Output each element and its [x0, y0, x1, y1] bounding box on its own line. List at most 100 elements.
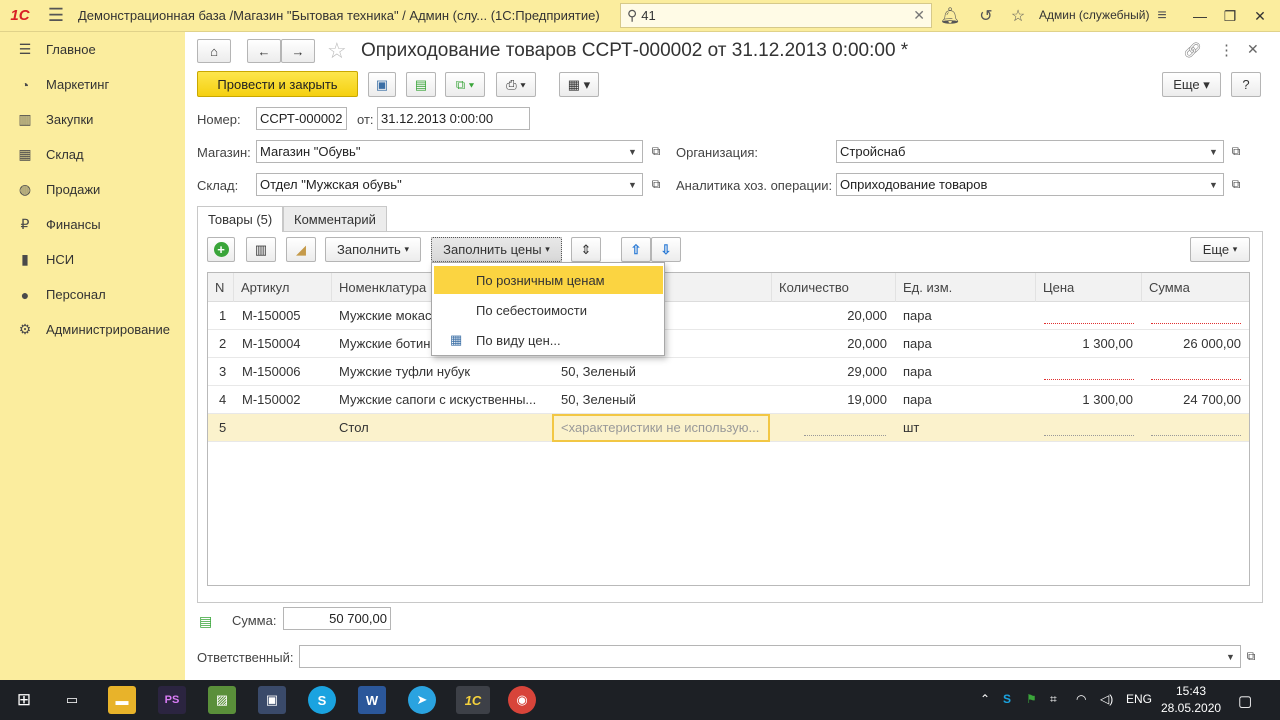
warehouse-dropdown-icon[interactable]: ▼ — [623, 173, 643, 196]
tray-network-icon[interactable]: ⌗ — [1050, 692, 1057, 707]
store-open-icon[interactable]: ⧉ — [646, 140, 666, 163]
org-dropdown-icon[interactable]: ▼ — [1204, 140, 1224, 163]
clock-time[interactable]: 15:43 — [1176, 684, 1206, 698]
sidebar-item-warehouse[interactable]: ▦ Склад — [0, 137, 185, 172]
post-and-close-button[interactable]: Провести и закрыть — [197, 71, 358, 97]
analytics-field[interactable]: Оприходование товаров — [836, 173, 1206, 196]
tab-goods[interactable]: Товары (5) — [197, 206, 284, 232]
clear-search-icon[interactable]: ✕ — [913, 7, 925, 24]
sidebar-item-admin[interactable]: ⚙ Администрирование — [0, 312, 185, 347]
menu-item-cost-prices[interactable]: По себестоимости — [434, 296, 663, 324]
sidebar-item-nsi[interactable]: ▮ НСИ — [0, 242, 185, 277]
image-editor-icon[interactable]: ▨ — [208, 686, 236, 714]
search-input[interactable]: ⚲ 41 ✕ — [620, 3, 932, 28]
sku-cell[interactable]: М-150004 — [235, 330, 332, 358]
table-row[interactable]: 3 М-150006 Мужские туфли нубук 50, Зелен… — [208, 358, 1249, 386]
reports-button[interactable]: ▦ ▾ — [559, 72, 599, 97]
sum-cell[interactable]: 26 000,00 — [1142, 330, 1248, 358]
goods-table[interactable]: N Артикул Номенклатура Количество Ед. из… — [207, 272, 1250, 586]
unit-cell[interactable]: шт — [896, 414, 1036, 442]
analytics-dropdown-icon[interactable]: ▼ — [1204, 173, 1224, 196]
clock-date[interactable]: 28.05.2020 — [1161, 701, 1221, 715]
star-icon[interactable]: ☆ — [1006, 4, 1030, 28]
name-cell[interactable]: Мужские сапоги с искуственны... — [332, 386, 552, 414]
barcode-button[interactable]: ▥ — [246, 237, 276, 262]
telegram-icon[interactable]: ➤ — [408, 686, 436, 714]
price-cell[interactable]: 1 300,00 — [1036, 386, 1140, 414]
history-icon[interactable]: ↺ — [974, 4, 998, 28]
column-header[interactable]: N — [208, 273, 234, 302]
post-button[interactable]: ▤ — [406, 72, 436, 97]
windows-start-icon[interactable]: ⊞ — [10, 686, 38, 714]
notifications-icon[interactable]: ▢ — [1238, 692, 1252, 710]
favorite-star-icon[interactable]: ☆ — [327, 38, 347, 64]
1c-logo-icon[interactable]: 1C — [0, 0, 40, 32]
bell-icon[interactable]: 🔔︎ — [938, 4, 962, 28]
fill-button[interactable]: Заполнить ▾ — [325, 237, 421, 262]
sku-cell[interactable]: М-150002 — [235, 386, 332, 414]
sidebar-item-personnel[interactable]: ● Персонал — [0, 277, 185, 312]
unit-cell[interactable]: пара — [896, 358, 1036, 386]
help-button[interactable]: ? — [1231, 72, 1261, 97]
minimize-icon[interactable]: — — [1188, 4, 1212, 28]
main-menu-icon[interactable]: ☰ — [40, 0, 72, 32]
sidebar-item-marketing[interactable]: ◔ Маркетинг — [0, 67, 185, 102]
fill-prices-button[interactable]: Заполнить цены ▾ — [431, 237, 562, 262]
eraser-button[interactable]: ◢ — [286, 237, 316, 262]
phpstorm-icon[interactable]: PS — [158, 686, 186, 714]
sidebar-item-main[interactable]: ☰ Главное — [0, 32, 185, 67]
column-header[interactable]: Артикул — [234, 273, 332, 302]
table-row-selected[interactable]: 5 Стол <характеристики не использую... ш… — [208, 414, 1249, 442]
number-field[interactable]: ССРТ-000002 — [256, 107, 347, 130]
task-view-icon[interactable]: ▭ — [58, 686, 86, 714]
column-header[interactable]: Сумма — [1142, 273, 1249, 302]
qty-cell[interactable]: 19,000 — [772, 386, 894, 414]
restore-icon[interactable]: ❐ — [1218, 4, 1242, 28]
store-dropdown-icon[interactable]: ▼ — [623, 140, 643, 163]
link-icon[interactable]: 🔗︎ — [1183, 41, 1202, 59]
sidebar-item-purchases[interactable]: ▥ Закупки — [0, 102, 185, 137]
file-explorer-icon[interactable]: ▬ — [108, 686, 136, 714]
qty-cell[interactable]: 20,000 — [772, 302, 894, 330]
menu-item-price-type[interactable]: ▦ По виду цен... — [434, 326, 663, 354]
tray-skype-icon[interactable]: S — [1003, 692, 1011, 706]
warehouse-field[interactable]: Отдел "Мужская обувь" — [256, 173, 628, 196]
move-up-button[interactable]: ⇧ — [621, 237, 651, 262]
sidebar-item-finance[interactable]: ₽ Финансы — [0, 207, 185, 242]
sidebar-item-sales[interactable]: ◍ Продажи — [0, 172, 185, 207]
characteristic-cell[interactable]: 50, Зеленый — [554, 386, 772, 414]
store-field[interactable]: Магазин "Обувь" — [256, 140, 628, 163]
price-cell[interactable]: 1 300,00 — [1036, 330, 1140, 358]
name-cell[interactable]: Стол — [332, 414, 552, 442]
org-open-icon[interactable]: ⧉ — [1226, 140, 1246, 163]
characteristic-cell[interactable]: 50, Зеленый — [554, 358, 772, 386]
create-based-on-button[interactable]: ⧉ ▾ — [445, 72, 485, 97]
table-row[interactable]: 2 М-150004 Мужские ботин 20,000 пара 1 3… — [208, 330, 1249, 358]
user-name[interactable]: Админ (служебный) — [1039, 8, 1149, 22]
tray-wifi-icon[interactable]: ◠ — [1076, 692, 1086, 706]
responsible-open-icon[interactable]: ⧉ — [1241, 645, 1261, 668]
save-button[interactable]: ▣ — [368, 72, 396, 97]
menu-item-retail-prices[interactable]: По розничным ценам — [434, 266, 663, 294]
column-header[interactable]: Цена — [1036, 273, 1142, 302]
responsible-field[interactable] — [299, 645, 1222, 668]
tray-flag-icon[interactable]: ⚑ — [1026, 692, 1037, 706]
home-button[interactable]: ⌂ — [197, 39, 231, 63]
grid-more-button[interactable]: Еще ▾ — [1190, 237, 1250, 262]
qty-cell[interactable]: 29,000 — [772, 358, 894, 386]
forward-button[interactable]: → — [281, 39, 315, 63]
unit-cell[interactable]: пара — [896, 302, 1036, 330]
print-button[interactable]: ⎙ ▾ — [496, 72, 536, 97]
date-field[interactable]: 31.12.2013 0:00:00 — [377, 107, 530, 130]
org-field[interactable]: Стройснаб — [836, 140, 1206, 163]
more-vertical-icon[interactable]: ⋮ — [1219, 41, 1234, 59]
table-row[interactable]: 4 М-150002 Мужские сапоги с искуственны.… — [208, 386, 1249, 414]
qty-cell[interactable]: 20,000 — [772, 330, 894, 358]
word-icon[interactable]: W — [358, 686, 386, 714]
close-window-icon[interactable]: ✕ — [1248, 4, 1272, 28]
add-row-button[interactable]: + — [207, 237, 235, 262]
tab-comment[interactable]: Комментарий — [283, 206, 387, 232]
unit-cell[interactable]: пара — [896, 330, 1036, 358]
warehouse-open-icon[interactable]: ⧉ — [646, 173, 666, 196]
sum-cell[interactable]: 24 700,00 — [1142, 386, 1248, 414]
